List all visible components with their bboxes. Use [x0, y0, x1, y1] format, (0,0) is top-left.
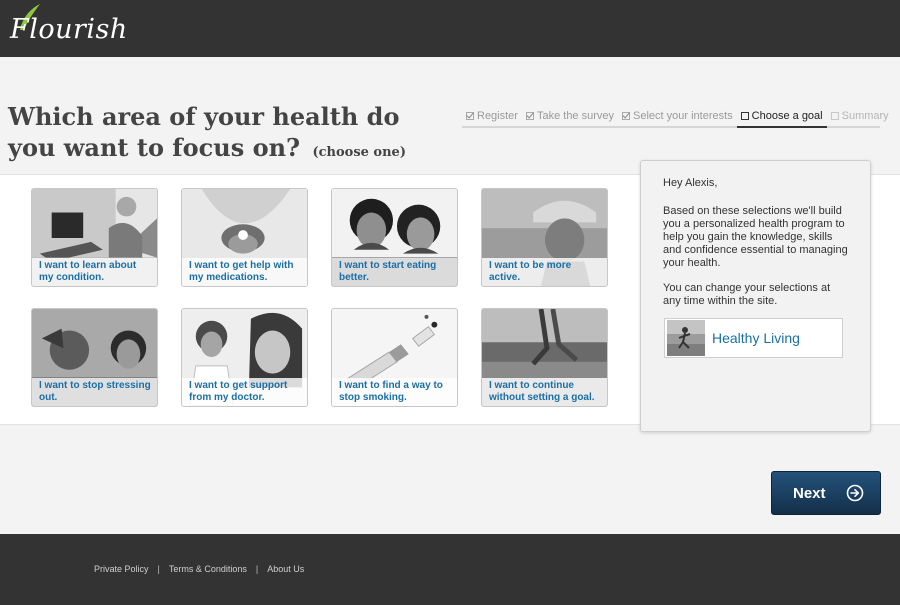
page-title: Which area of your health do you want to…: [8, 101, 428, 168]
goal-tile-medications[interactable]: I want to get help with my medications.: [181, 188, 308, 287]
footer: Private Policy | Terms & Conditions | Ab…: [0, 534, 900, 605]
step-label: Register: [477, 109, 518, 122]
selected-goal-card[interactable]: Healthy Living: [664, 318, 843, 358]
step-choose-a-goal[interactable]: Choose a goal: [736, 109, 827, 128]
panel-greeting: Hey Alexis,: [663, 177, 718, 189]
goal-tile-stop-smoking[interactable]: I want to find a way to stop smoking.: [331, 308, 458, 407]
step-take-the-survey[interactable]: Take the survey: [522, 109, 618, 126]
goal-tile-caption: I want to find a way to stop smoking.: [332, 378, 457, 406]
goal-tile-eating-better[interactable]: I want to start eating better.: [331, 188, 458, 287]
goal-tile-caption: I want to learn about my condition.: [32, 258, 157, 286]
goal-tile-continue-without-goal[interactable]: I want to continue without setting a goa…: [481, 308, 608, 407]
goal-tile-caption: I want to get support from my doctor.: [182, 378, 307, 406]
goal-tile-stop-stressing[interactable]: I want to stop stressing out.: [31, 308, 158, 407]
logo-text: Flourish: [10, 14, 128, 45]
goal-tile-more-active[interactable]: I want to be more active.: [481, 188, 608, 287]
checkbox-checked-icon: [466, 111, 474, 120]
goal-tile-caption: I want to continue without setting a goa…: [482, 378, 607, 406]
progress-steps: Register Take the survey Select your int…: [462, 109, 889, 128]
footer-separator: |: [157, 564, 160, 574]
checkbox-empty-icon: [830, 111, 839, 120]
goal-tile-learn-condition[interactable]: I want to learn about my condition.: [31, 188, 158, 287]
footer-link-private-policy[interactable]: Private Policy: [94, 564, 149, 574]
checkbox-checked-icon: [622, 111, 631, 120]
step-select-your-interests[interactable]: Select your interests: [618, 109, 737, 126]
goal-tile-caption: I want to start eating better.: [332, 258, 457, 286]
goal-tile-caption: I want to get help with my medications.: [182, 258, 307, 286]
page-subtitle: (choose one): [312, 145, 406, 160]
runner-on-beach-thumbnail: [667, 320, 705, 356]
main-content: Which area of your health do you want to…: [0, 57, 900, 534]
footer-links: Private Policy | Terms & Conditions | Ab…: [94, 564, 304, 574]
step-label: Select your interests: [633, 109, 733, 122]
panel-note-text: You can change your selections at any ti…: [663, 282, 831, 307]
checkbox-checked-icon: [525, 111, 534, 120]
goal-tile-doctor-support[interactable]: I want to get support from my doctor.: [181, 308, 308, 407]
next-button-label: Next: [793, 484, 826, 502]
step-label: Take the survey: [536, 109, 615, 122]
footer-link-terms-conditions[interactable]: Terms & Conditions: [169, 564, 247, 574]
flourish-logo[interactable]: Flourish: [10, 4, 127, 48]
goal-tile-caption: I want to be more active.: [482, 258, 607, 286]
top-bar: Flourish: [0, 0, 900, 57]
step-summary: Summary: [827, 109, 893, 126]
step-label: Choose a goal: [751, 109, 823, 122]
footer-link-about-us[interactable]: About Us: [267, 564, 304, 574]
step-label: Summary: [841, 109, 889, 122]
selection-summary-panel: Hey Alexis, Based on these selections we…: [640, 160, 871, 432]
panel-body-text: Based on these selections we'll build yo…: [663, 205, 848, 269]
footer-separator: |: [255, 564, 259, 574]
checkbox-empty-icon: [740, 111, 749, 120]
step-register[interactable]: Register: [462, 109, 522, 126]
selected-goal-label: Healthy Living: [712, 329, 800, 346]
next-button[interactable]: Next: [771, 471, 881, 515]
goal-tile-caption: I want to stop stressing out.: [32, 378, 157, 406]
arrow-right-circle-icon: [846, 484, 864, 502]
